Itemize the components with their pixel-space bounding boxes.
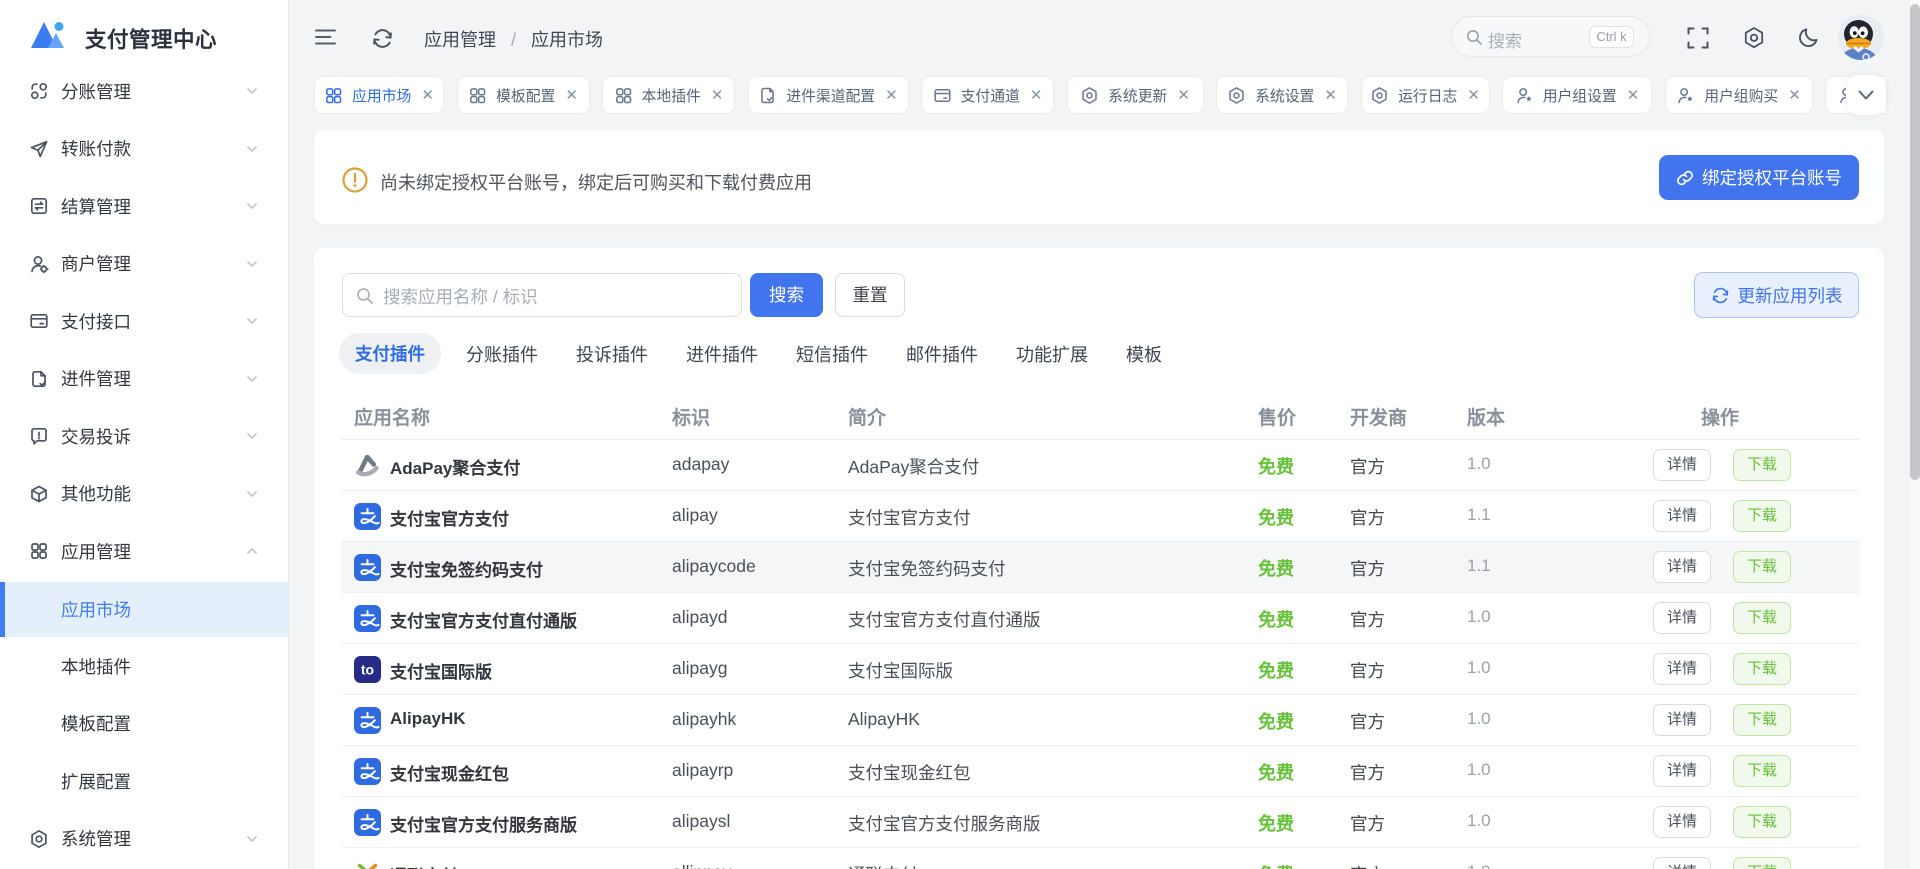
svg-text:to: to: [361, 662, 374, 678]
